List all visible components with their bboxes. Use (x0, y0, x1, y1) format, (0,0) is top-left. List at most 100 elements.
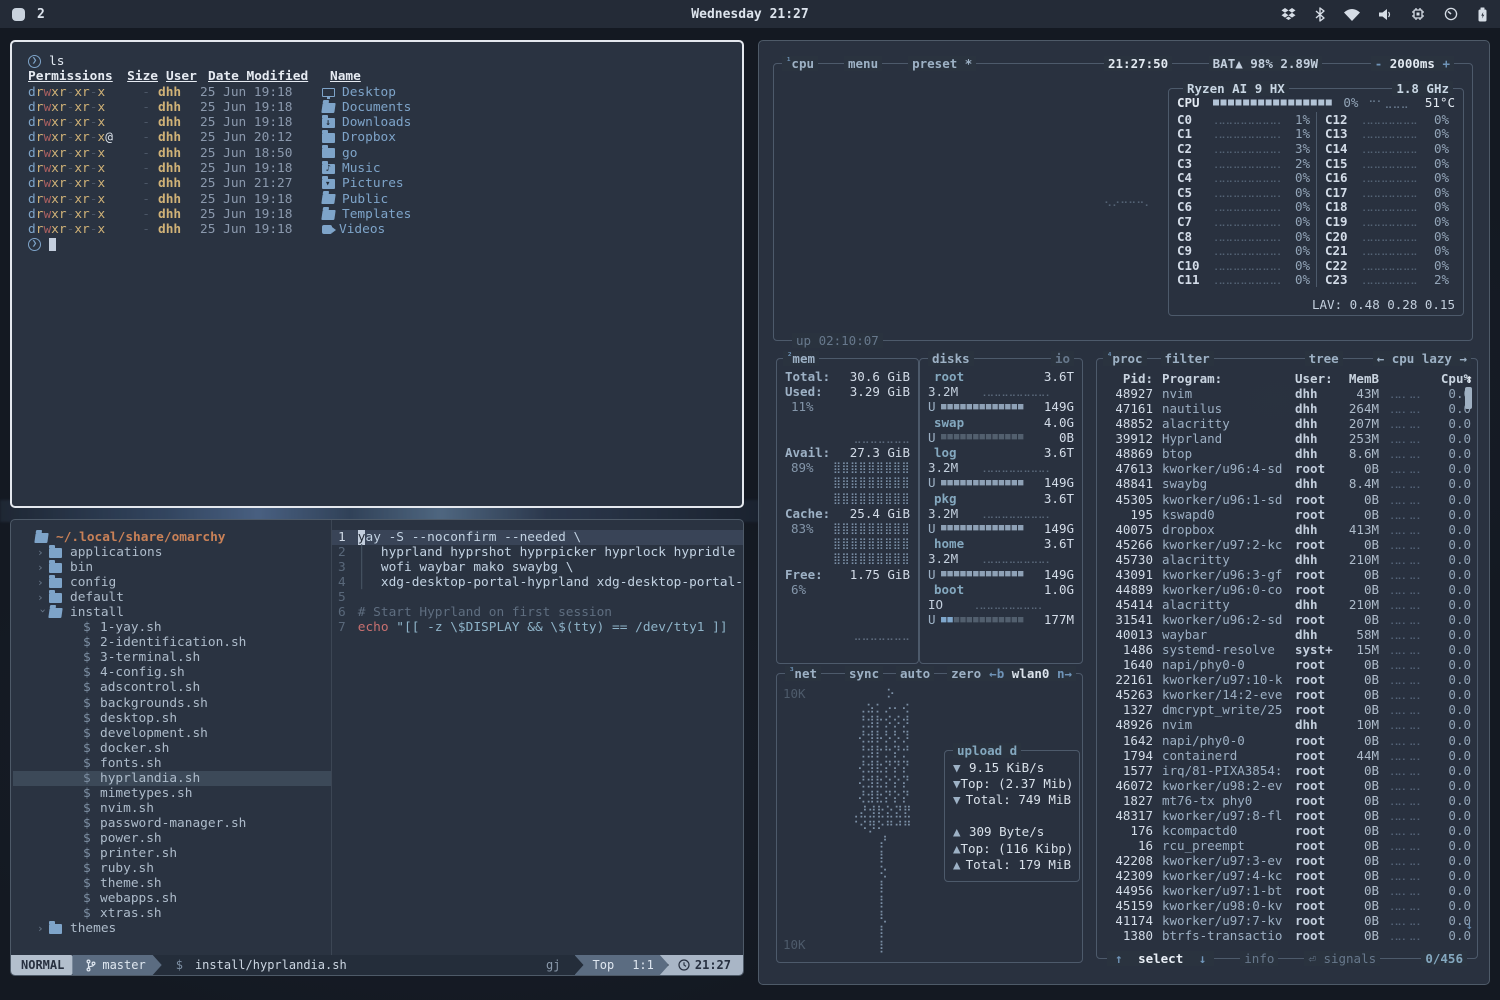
process-row[interactable]: 43091 kworker/u96:3-gf root 0B ⢀⣀⡀⣀⡀ 0.0 (1103, 567, 1473, 582)
code-line[interactable]: 4 │ xdg-desktop-portal-hyprland xdg-desk… (332, 575, 743, 590)
tree-item[interactable]: › themes (13, 921, 331, 936)
process-row[interactable]: 31541 kworker/u96:2-sd root 0B ⢀⣀⡀⣀⡀ 0.0 (1103, 612, 1473, 627)
process-row[interactable]: 1642 napi/phy0-0 root 0B ⢀⣀⡀⣀⡀ 0.0 (1103, 733, 1473, 748)
tree-item[interactable]: $ password-manager.sh (13, 816, 331, 831)
process-row[interactable]: 22161 kworker/u97:10-k root 0B ⢀⣀⡀⣀⡀ 0.0 (1103, 672, 1473, 687)
signals-button[interactable]: ⏎ signals (1304, 951, 1380, 966)
io-mode-toggle[interactable]: io (1051, 351, 1074, 366)
tree-item[interactable]: $ power.sh (13, 831, 331, 846)
tree-item[interactable]: ~/.local/share/omarchy (13, 530, 331, 545)
tree-item[interactable]: $ desktop.sh (13, 711, 331, 726)
mem-box-tab[interactable]: ²mem (783, 351, 819, 366)
cpu-chip-icon[interactable] (1411, 7, 1425, 21)
proc-box-tab[interactable]: ⁴proc (1103, 351, 1147, 366)
editor-buffer[interactable]: 1 yay -S --noconfirm --needed \ 2 │ hypr… (332, 520, 743, 955)
interval-decrease[interactable]: - (1375, 56, 1383, 71)
process-row[interactable]: 1640 napi/phy0-0 root 0B ⢀⣀⡀⣀⡀ 0.0 (1103, 657, 1473, 672)
process-row[interactable]: 47161 nautilus dhh 264M ⢀⣀⡀⣀⡀ 0.0 (1103, 401, 1473, 416)
process-row[interactable]: 44956 kworker/u97:1-bt root 0B ⢀⣀⡀⣀⡀ 0.0 (1103, 883, 1473, 898)
interval-increase[interactable]: + (1442, 56, 1450, 71)
code-line[interactable]: 6 # Start Hyprland on first session (332, 605, 743, 620)
tree-item[interactable]: $ ruby.sh (13, 861, 331, 876)
volume-icon[interactable] (1379, 8, 1392, 21)
chevron-icon[interactable]: › (37, 590, 49, 605)
process-row[interactable]: 39912 Hyprland dhh 253M ⢀⣀⡀⣀⡀ 0.0 (1103, 431, 1473, 446)
process-row[interactable]: 48841 swaybg dhh 8.4M ⢀⣀⡀⣀⡀ 0.0 (1103, 476, 1473, 491)
tree-item[interactable]: $ theme.sh (13, 876, 331, 891)
tree-item[interactable]: $ backgrounds.sh (13, 696, 331, 711)
tree-item[interactable]: $ nvim.sh (13, 801, 331, 816)
net-sync-toggle[interactable]: sync (845, 666, 883, 681)
chevron-icon[interactable]: › (37, 560, 49, 575)
process-row[interactable]: 44889 kworker/u96:0-co root 0B ⢀⣀⡀⣀⡀ 0.0 (1103, 582, 1473, 597)
chevron-icon[interactable]: › (37, 575, 49, 590)
process-row[interactable]: 1827 mt76-tx phy0 root 0B ⢀⣀⡀⣀⡀ 0.0 (1103, 793, 1473, 808)
process-row[interactable]: 45266 kworker/u97:2-kc root 0B ⢀⣀⡀⣀⡀ 0.0 (1103, 537, 1473, 552)
process-row[interactable]: 48927 nvim dhh 43M ⢀⣀⡀⣀⡀ 0.0 (1103, 386, 1473, 401)
wifi-icon[interactable] (1344, 8, 1360, 21)
battery-icon[interactable] (1477, 7, 1488, 22)
process-row[interactable]: 16 rcu_preempt root 0B ⢀⣀⡀⣀⡀ 0.0 (1103, 838, 1473, 853)
col-user[interactable]: User: (1291, 371, 1337, 386)
tree-item[interactable]: $ fonts.sh (13, 756, 331, 771)
tree-item[interactable]: › install (13, 605, 331, 620)
process-row[interactable]: 1577 irq/81-PIXA3854: root 0B ⢀⣀⡀⣀⡀ 0.0 (1103, 763, 1473, 778)
cpu-box-tab[interactable]: ¹cpu (782, 56, 818, 71)
code-line[interactable]: 2 │ hyprland hyprshot hyprpicker hyprloc… (332, 545, 743, 560)
process-row[interactable]: 46072 kworker/u98:2-ev root 0B ⢀⣀⡀⣀⡀ 0.0 (1103, 778, 1473, 793)
proc-tree-toggle[interactable]: tree (1305, 351, 1343, 366)
col-pid[interactable]: Pid: (1103, 371, 1153, 386)
col-memory[interactable]: MemB (1337, 371, 1379, 386)
process-row[interactable]: 40075 dropbox dhh 413M ⢀⣀⡀⣀⡀ 0.0 (1103, 522, 1473, 537)
net-zero-toggle[interactable]: zero (947, 666, 985, 681)
process-row[interactable]: 195 kswapd0 root 0B ⢀⣀⡀⣀⡀ 0.0 (1103, 507, 1473, 522)
disks-box-tab[interactable]: disks (928, 351, 974, 366)
process-row[interactable]: 1327 dmcrypt_write/25 root 0B ⢀⣀⡀⣀⡀ 0.0 (1103, 702, 1473, 717)
process-row[interactable]: 47613 kworker/u96:4-sd root 0B ⢀⣀⡀⣀⡀ 0.0 (1103, 461, 1473, 476)
process-row[interactable]: 45414 alacritty dhh 210M ⢀⣀⡀⣀⡀ 0.0 (1103, 597, 1473, 612)
tree-item[interactable]: › bin (13, 560, 331, 575)
process-row[interactable]: 42208 kworker/u97:3-ev root 0B ⢀⣀⡀⣀⡀ 0.0 (1103, 853, 1473, 868)
process-row[interactable]: 48926 nvim dhh 10M ⢀⣀⡀⣀⡀ 0.0 (1103, 717, 1473, 732)
tree-item[interactable]: $ xtras.sh (13, 906, 331, 921)
net-box-tab[interactable]: ³net (785, 666, 821, 681)
process-row[interactable]: 1794 containerd root 44M ⢀⣀⡀⣀⡀ 0.0 (1103, 748, 1473, 763)
net-interface-switcher[interactable]: ←b wlan0 n→ (985, 666, 1076, 681)
tree-item[interactable]: $ docker.sh (13, 741, 331, 756)
process-row[interactable]: 48317 kworker/u97:8-fl root 0B ⢀⣀⡀⣀⡀ 0.0 (1103, 808, 1473, 823)
menu-button[interactable]: menu (844, 56, 882, 71)
select-control[interactable]: ↑ select ↓ (1107, 951, 1214, 966)
process-row[interactable]: 176 kcompactd0 root 0B ⢀⣀⡀⣀⡀ 0.0 (1103, 823, 1473, 838)
tree-item[interactable]: $ 4-config.sh (13, 665, 331, 680)
proc-sort-selector[interactable]: ← cpu lazy → (1373, 351, 1471, 366)
preset-button[interactable]: preset * (908, 56, 976, 71)
gauge-icon[interactable] (1444, 7, 1458, 21)
process-row[interactable]: 45159 kworker/u98:0-kv root 0B ⢀⣀⡀⣀⡀ 0.0 (1103, 898, 1473, 913)
process-row[interactable]: 42309 kworker/u97:4-kc root 0B ⢀⣀⡀⣀⡀ 0.0 (1103, 868, 1473, 883)
dropbox-icon[interactable] (1281, 7, 1296, 21)
tree-item[interactable]: $ 2-identification.sh (13, 635, 331, 650)
net-auto-toggle[interactable]: auto (896, 666, 934, 681)
col-program[interactable]: Program: (1153, 371, 1291, 386)
tree-item[interactable]: $ 1-yay.sh (13, 620, 331, 635)
scroll-up-arrow[interactable]: ↑ (1465, 371, 1473, 386)
scroll-down-arrow[interactable]: ↓ (1465, 917, 1473, 932)
tree-item[interactable]: $ mimetypes.sh (13, 786, 331, 801)
process-row[interactable]: 40013 waybar dhh 58M ⢀⣀⡀⣀⡀ 0.0 (1103, 627, 1473, 642)
code-line[interactable]: 1 yay -S --noconfirm --needed \ (332, 530, 743, 545)
tree-item[interactable]: $ hyprlandia.sh (13, 771, 331, 786)
tree-item[interactable]: $ development.sh (13, 726, 331, 741)
bluetooth-icon[interactable] (1315, 7, 1325, 22)
code-line[interactable]: 7 echo "[[ -z \$DISPLAY && \$(tty) == /d… (332, 620, 743, 635)
code-line[interactable]: 5 (332, 590, 743, 605)
process-row[interactable]: 1380 btrfs-transactio root 0B ⢀⣀⡀⣀⡀ 0.0 (1103, 928, 1473, 943)
tree-item[interactable]: › default (13, 590, 331, 605)
tree-item[interactable]: $ printer.sh (13, 846, 331, 861)
tree-item[interactable]: $ webapps.sh (13, 891, 331, 906)
process-row[interactable]: 48852 alacritty dhh 207M ⢀⣀⡀⣀⡀ 0.0 (1103, 416, 1473, 431)
process-row[interactable]: 41174 kworker/u97:7-kv root 0B ⢀⣀⡀⣀⡀ 0.0 (1103, 913, 1473, 928)
code-line[interactable]: 3 │ wofi waybar mako swaybg \ (332, 560, 743, 575)
info-button[interactable]: info (1240, 951, 1278, 966)
tree-item[interactable]: $ adscontrol.sh (13, 680, 331, 695)
process-row[interactable]: 45263 kworker/14:2-eve root 0B ⢀⣀⡀⣀⡀ 0.0 (1103, 687, 1473, 702)
